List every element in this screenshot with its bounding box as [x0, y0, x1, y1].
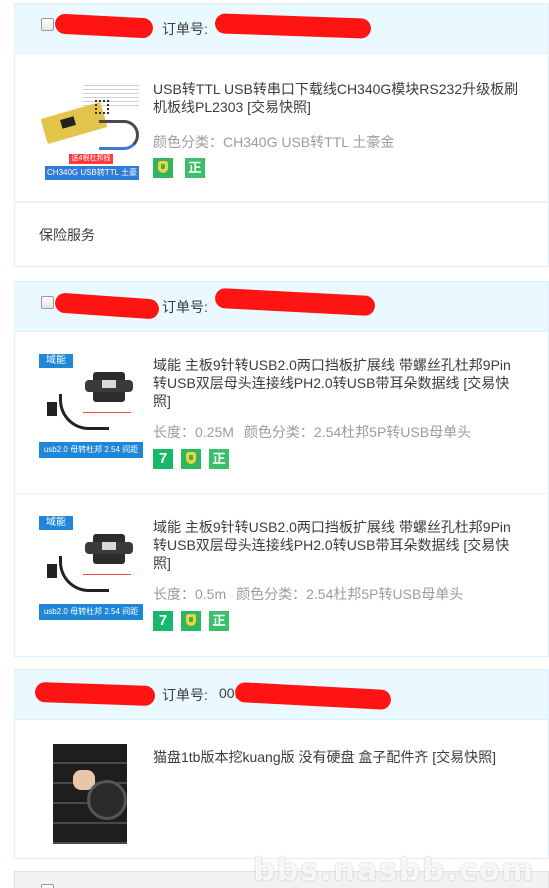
genuine-badge-icon[interactable]: 正	[209, 449, 229, 469]
disc-graphic	[87, 780, 127, 820]
order-card: 2019 订单号: 送4根杜邦线 CH340G USB转TTL 土豪金 USB转…	[14, 3, 549, 267]
insurance-service-label[interactable]: 保险服务	[39, 227, 95, 243]
shield-badge-icon[interactable]	[153, 158, 173, 178]
order-item: 猫盘1tb版本挖kuang版 没有硬盘 盒子配件齐 [交易快照]	[15, 720, 548, 858]
order-header: 2019 订单号:	[15, 4, 548, 54]
order-header: 2019 订单号:	[15, 282, 548, 332]
order-item: 送4根杜邦线 CH340G USB转TTL 土豪金 USB转TTL USB转串口…	[15, 54, 548, 202]
attr-color: 颜色分类：2.54杜邦5P转USB母单头	[236, 586, 464, 602]
brand-tag: 域能	[39, 516, 73, 530]
product-attributes: 颜色分类：CH340G USB转TTL 土豪金	[153, 132, 394, 152]
length-marker	[83, 412, 131, 422]
redaction-mark	[214, 287, 376, 317]
order-card: 2019 订单号: 域能 usb2.0 母转杜邦 2.54 间距 5pin 域能…	[14, 281, 549, 657]
order-select-checkbox[interactable]	[41, 18, 54, 31]
order-number-label: 订单号:	[162, 299, 208, 315]
thumbnail-notes	[83, 82, 139, 106]
redaction-mark	[34, 681, 156, 707]
product-title-link[interactable]: 域能 主板9针转USB2.0两口挡板扩展线 带螺丝孔杜邦9Pin转USB双层母头…	[153, 356, 523, 410]
product-thumbnail[interactable]: 送4根杜邦线 CH340G USB转TTL 土豪金	[39, 80, 143, 191]
redaction-mark	[234, 681, 392, 711]
product-thumbnail[interactable]: 域能 usb2.0 母转杜邦 2.54 间距 5pin	[39, 516, 143, 632]
insurance-service-row: 保险服务	[15, 202, 548, 266]
pins-graphic	[95, 100, 109, 114]
thumbnail-tag: 送4根杜邦线	[69, 154, 113, 164]
attr-length: 长度：0.5m	[153, 586, 227, 602]
service-badges: 正	[153, 158, 213, 178]
order-item: 域能 usb2.0 母转杜邦 2.54 间距 5pin 域能 主板9针转USB2…	[15, 332, 548, 494]
connector-graphic	[47, 564, 57, 578]
product-title-link[interactable]: 猫盘1tb版本挖kuang版 没有硬盘 盒子配件齐 [交易快照]	[153, 748, 523, 766]
cable-graphic	[99, 120, 139, 150]
length-marker	[83, 574, 131, 584]
seven-day-return-badge-icon[interactable]: 7	[153, 611, 173, 631]
product-title-link[interactable]: 域能 主板9针转USB2.0两口挡板扩展线 带螺丝孔杜邦9Pin转USB双层母头…	[153, 518, 523, 572]
thumbnail-caption: usb2.0 母转杜邦 2.54 间距 5pin	[39, 604, 143, 632]
thumbnail-caption: usb2.0 母转杜邦 2.54 间距 5pin	[39, 442, 143, 470]
product-thumbnail[interactable]	[53, 744, 127, 844]
product-thumbnail[interactable]: 域能 usb2.0 母转杜邦 2.54 间距 5pin	[39, 354, 143, 470]
thumbnail-caption: CH340G USB转TTL 土豪金	[45, 166, 139, 191]
service-badges: 7正	[153, 611, 237, 631]
order-header: 订单号: 0019	[15, 670, 548, 720]
attr-color: 颜色分类：2.54杜邦5P转USB母单头	[243, 424, 472, 440]
redaction-mark	[214, 13, 372, 39]
shield-badge-icon[interactable]	[181, 611, 201, 631]
product-attributes: 长度：0.25M 颜色分类：2.54杜邦5P转USB母单头	[153, 422, 471, 442]
service-badges: 7正	[153, 449, 237, 469]
order-number-label: 订单号:	[162, 687, 208, 703]
shield-badge-icon[interactable]	[181, 449, 201, 469]
genuine-badge-icon[interactable]: 正	[184, 158, 205, 178]
product-attributes: 长度：0.5m 颜色分类：2.54杜邦5P转USB母单头	[153, 584, 463, 604]
order-select-checkbox[interactable]	[41, 884, 54, 888]
genuine-badge-icon[interactable]: 正	[209, 611, 229, 631]
site-watermark: bbs.nasbb.com	[253, 853, 535, 888]
redaction-mark	[54, 292, 160, 320]
brand-tag: 域能	[39, 354, 73, 368]
order-number-label: 订单号:	[162, 21, 208, 37]
order-select-checkbox[interactable]	[41, 296, 54, 309]
product-title-link[interactable]: USB转TTL USB转串口下载线CH340G模块RS232升级板刷机板线PL2…	[153, 80, 523, 116]
attr-color: 颜色分类：CH340G USB转TTL 土豪金	[153, 134, 395, 150]
attr-length: 长度：0.25M	[153, 424, 234, 440]
order-item: 域能 usb2.0 母转杜邦 2.54 间距 5pin 域能 主板9针转USB2…	[15, 494, 548, 656]
seven-day-return-badge-icon[interactable]: 7	[153, 449, 173, 469]
connector-graphic	[47, 402, 57, 416]
order-card: 订单号: 0019 猫盘1tb版本挖kuang版 没有硬盘 盒子配件齐 [交易快…	[14, 669, 549, 859]
